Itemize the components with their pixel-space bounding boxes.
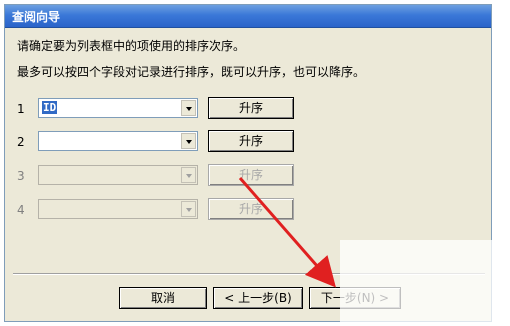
- annotation-arrow: [238, 177, 336, 288]
